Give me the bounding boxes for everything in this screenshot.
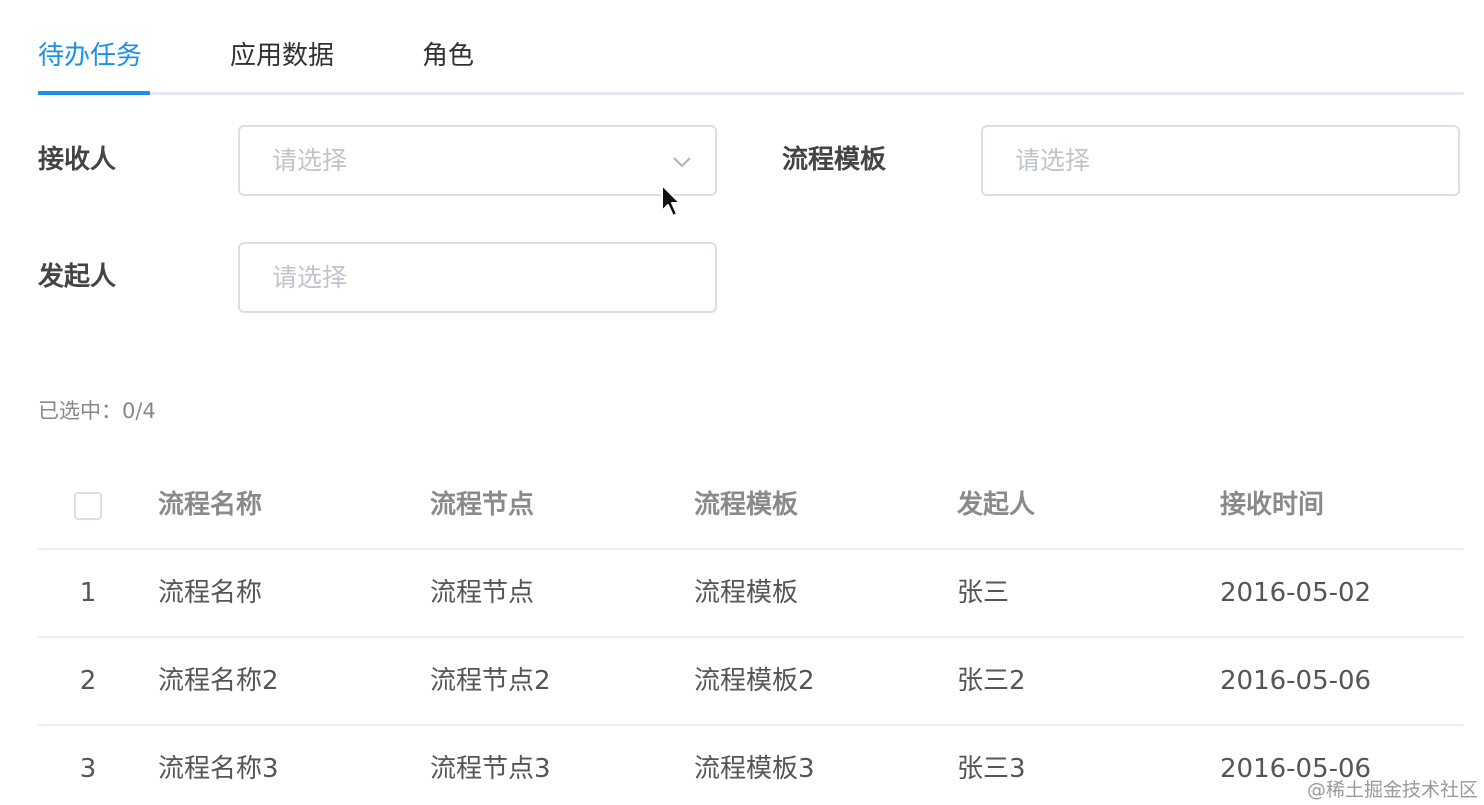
- cell-node: 流程节点: [430, 578, 535, 608]
- cell-template: 流程模板: [694, 578, 799, 608]
- active-tab-indicator: [38, 91, 150, 95]
- tab-roles[interactable]: 角色: [422, 38, 474, 74]
- template-placeholder: 请选择: [1015, 146, 1091, 175]
- cell-node: 流程节点2: [430, 666, 551, 696]
- mouse-pointer-icon: [661, 184, 681, 217]
- initiator-select[interactable]: 请选择: [238, 242, 717, 313]
- row-index: 1: [79, 578, 97, 608]
- cell-name: 流程名称2: [158, 666, 279, 696]
- tab-todo-tasks[interactable]: 待办任务: [38, 38, 142, 74]
- receiver-placeholder: 请选择: [272, 146, 348, 175]
- table-row[interactable]: 2 流程名称2 流程节点2 流程模板2 张三2 2016-05-06: [38, 638, 1464, 726]
- watermark: @稀土掘金技术社区: [1306, 779, 1478, 801]
- column-header-template: 流程模板: [694, 490, 799, 520]
- task-table: 流程名称 流程节点 流程模板 发起人 接收时间 1 流程名称 流程节点 流程模板…: [38, 462, 1464, 805]
- cell-initiator: 张三2: [957, 666, 1026, 696]
- chevron-down-icon: [673, 157, 691, 168]
- row-index: 3: [79, 754, 97, 784]
- cell-template: 流程模板3: [694, 754, 815, 784]
- table-row[interactable]: 1 流程名称 流程节点 流程模板 张三 2016-05-02: [38, 550, 1464, 638]
- initiator-label: 发起人: [38, 262, 117, 292]
- row-index: 2: [79, 666, 97, 696]
- cell-initiator: 张三: [957, 578, 1010, 608]
- cell-receive-time: 2016-05-02: [1220, 578, 1372, 608]
- template-select[interactable]: 请选择: [981, 125, 1460, 196]
- column-header-name: 流程名称: [158, 490, 263, 520]
- initiator-placeholder: 请选择: [272, 263, 348, 292]
- tab-bar: 待办任务 应用数据 角色: [38, 0, 1464, 96]
- cell-node: 流程节点3: [430, 754, 551, 784]
- cell-name: 流程名称3: [158, 754, 279, 784]
- column-header-receive-time: 接收时间: [1220, 490, 1325, 520]
- cell-template: 流程模板2: [694, 666, 815, 696]
- selection-count: 已选中：0/4: [38, 399, 156, 423]
- cell-receive-time: 2016-05-06: [1220, 666, 1372, 696]
- table-row[interactable]: 3 流程名称3 流程节点3 流程模板3 张三3 2016-05-06: [38, 726, 1464, 805]
- cell-name: 流程名称: [158, 578, 263, 608]
- cell-initiator: 张三3: [957, 754, 1026, 784]
- receiver-label: 接收人: [38, 145, 117, 175]
- table-header: 流程名称 流程节点 流程模板 发起人 接收时间: [38, 462, 1464, 550]
- column-header-node: 流程节点: [430, 490, 535, 520]
- tab-bar-divider: [38, 92, 1464, 95]
- template-label: 流程模板: [782, 145, 887, 175]
- receiver-select[interactable]: 请选择: [238, 125, 717, 196]
- column-header-initiator: 发起人: [957, 490, 1036, 520]
- tab-app-data[interactable]: 应用数据: [230, 38, 334, 74]
- select-all-checkbox[interactable]: [74, 492, 102, 520]
